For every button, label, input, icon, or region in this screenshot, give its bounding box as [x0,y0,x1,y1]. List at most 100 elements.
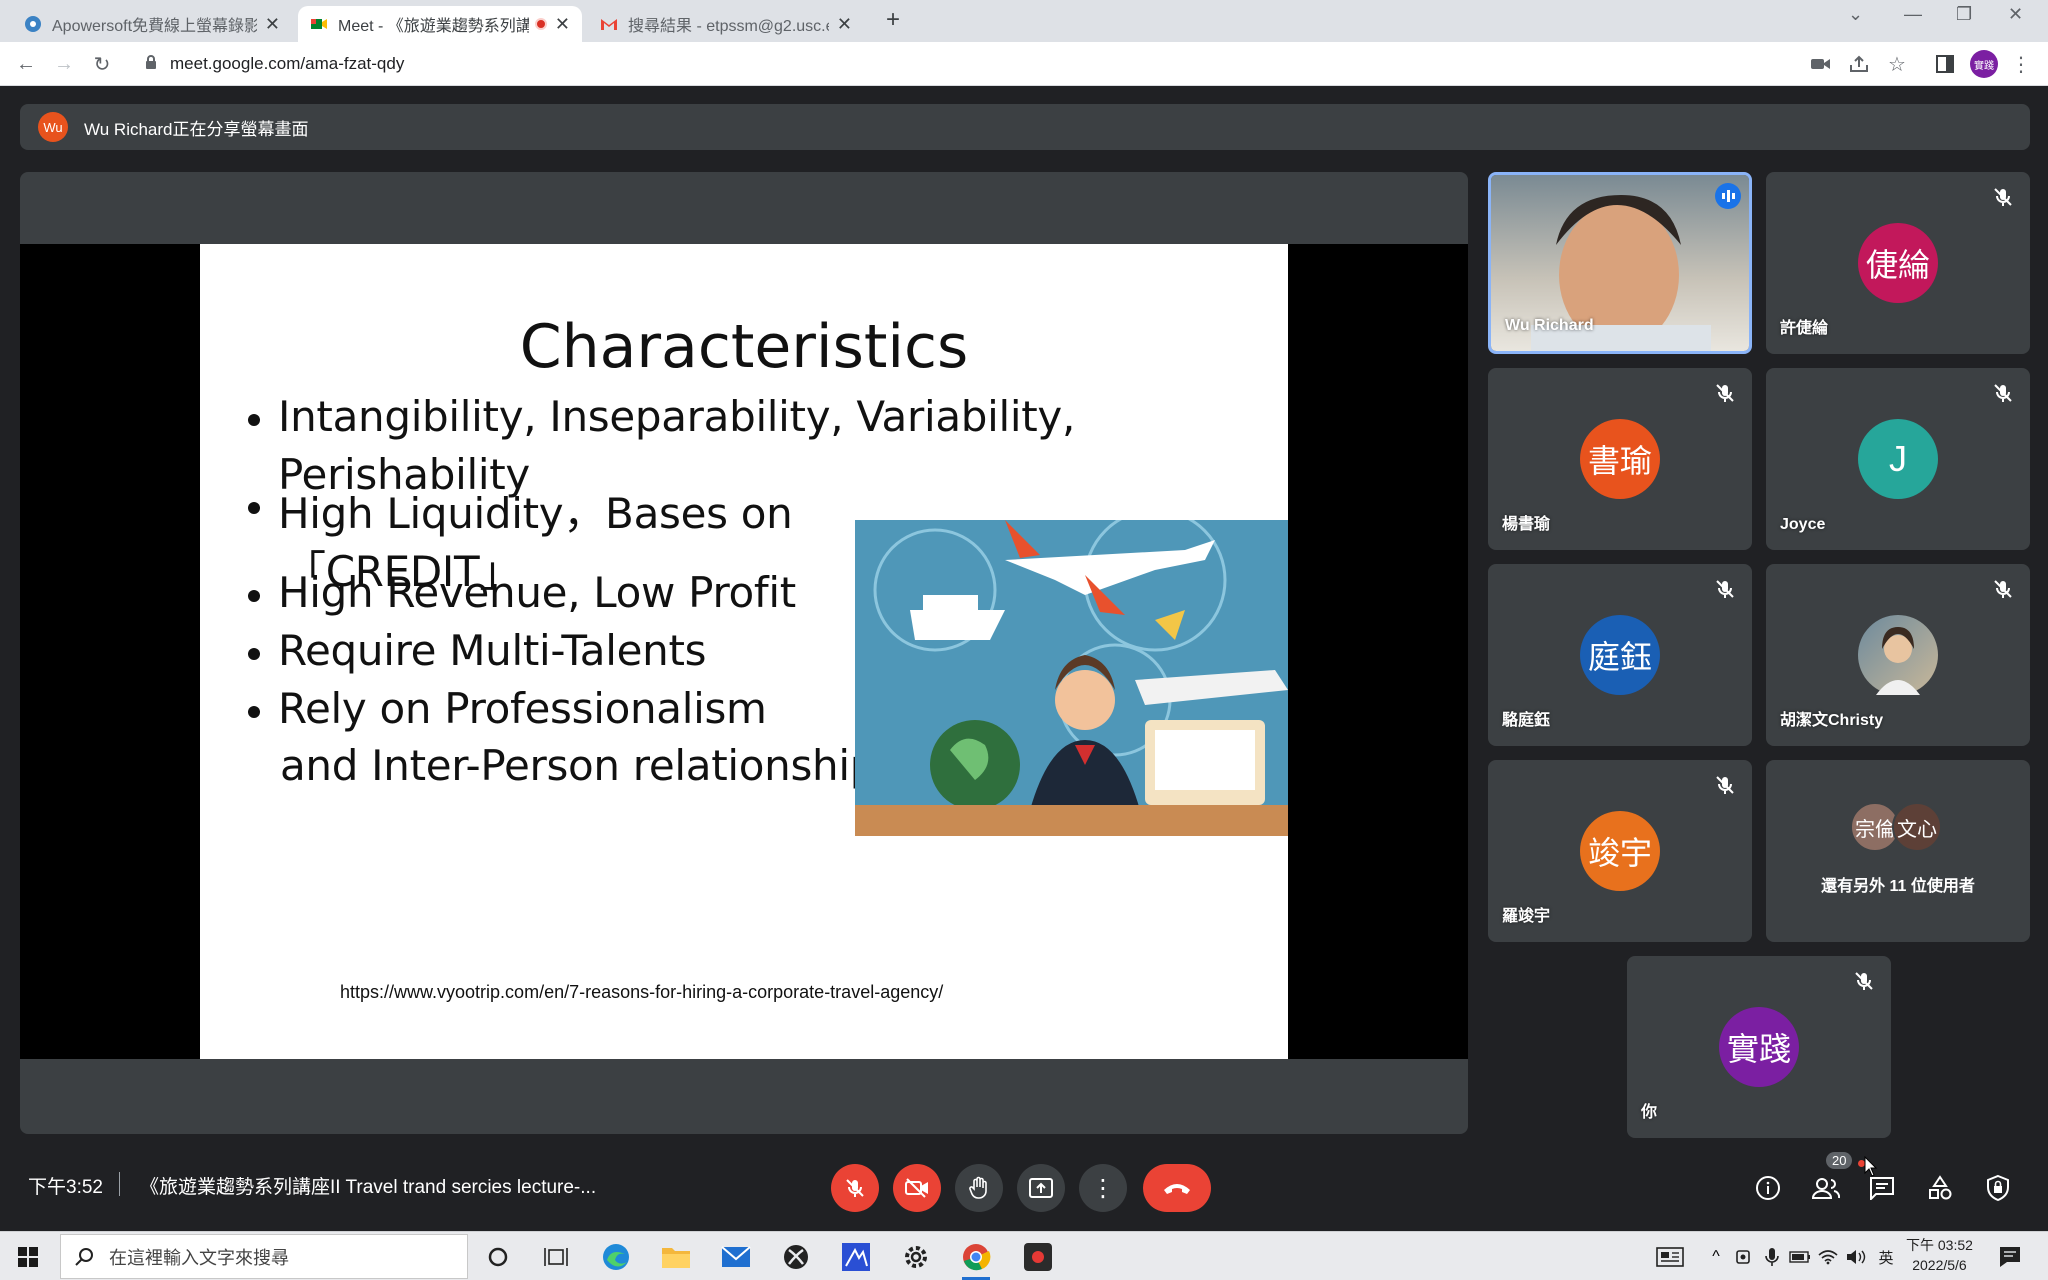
leave-call-button[interactable] [1143,1164,1211,1212]
restore-button[interactable]: ❐ [1956,4,1972,25]
shared-screen: Characteristics Intangibility, Inseparab… [20,244,1468,1059]
file-explorer-icon[interactable] [660,1241,692,1273]
windows-start-icon[interactable] [12,1241,44,1273]
side-panel-icon[interactable] [1932,51,1958,77]
mic-toggle-button[interactable] [831,1164,879,1212]
slide-source-url: https://www.vyootrip.com/en/7-reasons-fo… [340,982,944,1002]
participant-name: 駱庭鈺 [1502,712,1551,729]
camera-toggle-button[interactable] [893,1164,941,1212]
host-controls-icon[interactable] [1980,1170,2016,1206]
recorder-app-icon[interactable] [1022,1241,1054,1273]
bookmark-star-icon[interactable]: ☆ [1884,51,1910,77]
tab-meet[interactable]: Meet - 《旅遊業趨勢系列講 ✕ [298,6,582,42]
participant-tile[interactable]: 庭鈺 駱庭鈺 [1488,564,1752,746]
participant-tile-self[interactable]: 實踐 你 [1627,956,1891,1138]
close-tab-icon[interactable]: ✕ [555,14,570,35]
participant-name: 你 [1641,1104,1658,1121]
participant-tile[interactable]: 竣宇 羅竣宇 [1488,760,1752,942]
profile-avatar[interactable]: 實踐 [1970,50,1998,78]
participant-avatar: J [1858,419,1938,499]
more-vertical-icon[interactable]: ⋮ [2008,51,2034,77]
participant-tile[interactable]: 書瑜 楊書瑜 [1488,368,1752,550]
divider [119,1172,120,1196]
camera-in-use-icon[interactable] [1808,51,1834,77]
meeting-controls-bar: 下午3:52 《旅遊業趨勢系列講座II Travel trand sercies… [0,1140,2048,1230]
people-icon[interactable] [1808,1170,1844,1206]
close-tab-icon[interactable]: ✕ [265,14,280,35]
app-icon[interactable] [840,1241,872,1273]
tab-gmail[interactable]: 搜尋結果 - etpssm@g2.usc.edu ✕ [588,6,864,42]
volume-icon[interactable] [1840,1241,1872,1273]
more-vertical-icon: ⋮ [1091,1174,1115,1202]
system-date: 2022/5/6 [1912,1257,1967,1273]
participant-name: 胡潔文Christy [1780,712,1884,729]
windows-taskbar: 在這裡輸入文字來搜尋 ^ 英 下午 03:52 2022/5/6 [0,1231,2048,1280]
participant-avatar: 竣宇 [1580,811,1660,891]
tab-title: Apowersoft免費線上螢幕錄影工 [52,18,257,35]
settings-gear-icon[interactable] [900,1241,932,1273]
bullet-dot [248,414,260,426]
task-view-icon[interactable] [540,1241,572,1273]
search-icon [75,1247,93,1266]
reload-icon[interactable]: ↻ [88,50,116,78]
participant-tile[interactable]: J Joyce [1766,368,2030,550]
present-now-button[interactable] [1017,1164,1065,1212]
tab-search-chevron-icon[interactable]: ⌄ [1848,4,1863,25]
slide-bullet: High Liquidity，Bases on [278,489,793,538]
slide-bullet-continued: and Inter-Person relationship [280,741,877,790]
bullet-dot [248,502,260,514]
edge-icon[interactable] [600,1241,632,1273]
meeting-title: 《旅遊業趨勢系列講座II Travel trand sercies lectur… [140,1177,597,1198]
participant-tile-wu-richard[interactable]: Wu Richard [1488,172,1752,354]
bullet-dot [248,648,260,660]
new-tab-button[interactable]: + [886,6,900,34]
share-icon[interactable] [1846,51,1872,77]
cortana-icon[interactable] [482,1241,514,1273]
slide-bullet: High Revenue, Low Profit [278,568,796,617]
tab-apowersoft[interactable]: Apowersoft免費線上螢幕錄影工 ✕ [12,6,292,42]
others-label: 還有另外 11 位使用者 [1821,878,1975,895]
mail-icon[interactable] [720,1241,752,1273]
speaking-indicator-icon [1715,183,1741,209]
presentation-stage: Characteristics Intangibility, Inseparab… [20,172,1468,1134]
participant-tile[interactable]: 胡潔文Christy [1766,564,2030,746]
mic-off-icon [1716,776,1734,794]
mic-off-icon [1716,384,1734,402]
notification-center-icon[interactable] [1994,1241,2026,1273]
slide-title: Characteristics [519,312,969,382]
activities-icon[interactable] [1922,1170,1958,1206]
participant-count-badge: 20 [1826,1152,1853,1169]
google-meet-icon [310,15,328,33]
apowersoft-favicon-icon [24,15,42,33]
taskbar-search-box[interactable]: 在這裡輸入文字來搜尋 [60,1234,468,1279]
participant-name: 許倢綸 [1780,320,1829,337]
lock-icon[interactable] [144,54,158,75]
chrome-icon[interactable] [960,1241,992,1273]
close-tab-icon[interactable]: ✕ [837,14,852,35]
close-window-button[interactable]: ✕ [2008,4,2023,25]
ime-indicator[interactable]: 英 [1870,1241,1902,1273]
participant-name: Wu Richard [1505,317,1594,334]
xbox-icon[interactable] [780,1241,812,1273]
meeting-info-icon[interactable] [1750,1170,1786,1206]
participant-tile[interactable]: 倢綸 許倢綸 [1766,172,2030,354]
more-options-button[interactable]: ⋮ [1079,1164,1127,1212]
address-bar[interactable]: meet.google.com/ama-fzat-qdy [134,47,1794,81]
browser-toolbar: ← → ↻ meet.google.com/ama-fzat-qdy ☆ 實踐 … [0,42,2048,86]
minimize-button[interactable]: — [1904,4,1922,25]
back-arrow-icon[interactable]: ← [12,50,40,78]
raise-hand-icon [969,1176,987,1199]
slide-bullet: Require Multi-Talents [278,626,707,675]
news-widget-icon[interactable] [1654,1241,1686,1273]
system-clock[interactable]: 下午 03:52 2022/5/6 [1906,1235,1973,1275]
participant-avatar: 書瑜 [1580,419,1660,499]
participant-name: 楊書瑜 [1502,516,1551,533]
forward-arrow-icon[interactable]: → [50,50,78,78]
slide-bullet: Intangibility, Inseparability, Variabili… [278,392,1075,441]
browser-tab-strip: Apowersoft免費線上螢幕錄影工 ✕ Meet - 《旅遊業趨勢系列講 ✕… [0,0,2048,42]
participant-avatar: 實踐 [1719,1007,1799,1087]
raise-hand-button[interactable] [955,1164,1003,1212]
mic-off-icon [1994,188,2012,206]
more-participants-tile[interactable]: 宗倫 文心 還有另外 11 位使用者 [1766,760,2030,942]
camera-off-icon [905,1178,928,1198]
